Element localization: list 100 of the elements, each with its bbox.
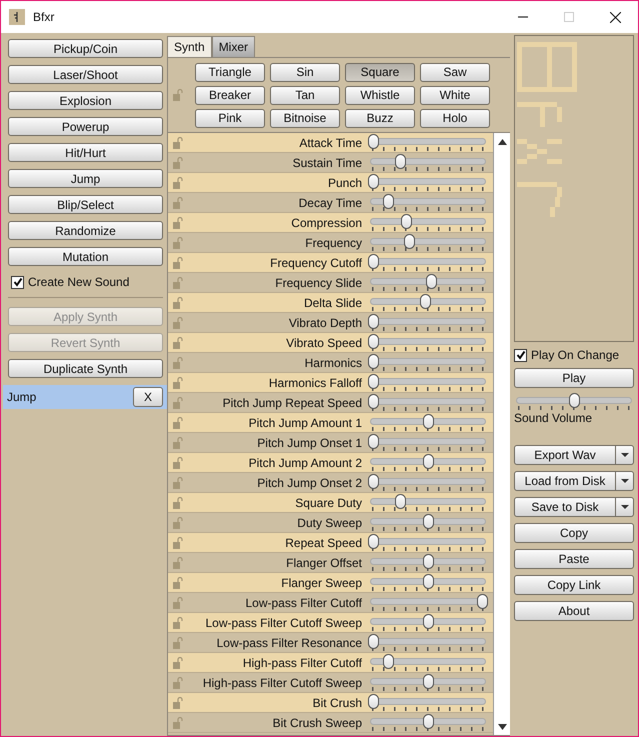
slider[interactable]	[514, 393, 634, 411]
slider[interactable]	[368, 174, 488, 192]
slider-thumb[interactable]	[422, 714, 434, 728]
waveform-button[interactable]: Breaker	[195, 86, 265, 104]
slider[interactable]	[368, 194, 488, 212]
slider-thumb[interactable]	[368, 394, 379, 408]
preset-button[interactable]: Powerup	[8, 117, 163, 136]
file-button[interactable]: Copy Link	[514, 575, 634, 595]
dropdown-button[interactable]	[616, 471, 634, 491]
slider[interactable]	[368, 334, 488, 352]
slider[interactable]	[368, 534, 488, 552]
slider-thumb[interactable]	[477, 594, 488, 608]
slider[interactable]	[368, 714, 488, 732]
preset-button[interactable]: Mutation	[8, 247, 163, 266]
file-button[interactable]: Paste	[514, 549, 634, 569]
slider[interactable]	[368, 434, 488, 452]
slider-thumb[interactable]	[368, 334, 379, 348]
slider-thumb[interactable]	[568, 393, 580, 408]
slider-thumb[interactable]	[368, 134, 379, 148]
slider[interactable]	[368, 354, 488, 372]
slider[interactable]	[368, 514, 488, 532]
file-button[interactable]: Copy	[514, 523, 634, 543]
synth-button[interactable]: Duplicate Synth	[8, 359, 163, 378]
slider[interactable]	[368, 674, 488, 692]
slider[interactable]	[368, 614, 488, 632]
waveform-button[interactable]: Tan	[270, 86, 340, 104]
slider-thumb[interactable]	[404, 234, 415, 248]
checkbox[interactable]	[11, 276, 24, 288]
slider[interactable]	[368, 474, 488, 492]
waveform-button[interactable]: Buzz	[345, 108, 415, 128]
slider-thumb[interactable]	[368, 254, 379, 268]
file-button[interactable]: Export Wav	[514, 445, 616, 465]
slider-thumb[interactable]	[422, 454, 434, 468]
slider-thumb[interactable]	[368, 474, 379, 488]
tab[interactable]: Synth	[167, 36, 212, 57]
slider[interactable]	[368, 494, 488, 512]
slider-thumb[interactable]	[368, 634, 379, 648]
slider-thumb[interactable]	[422, 574, 434, 588]
waveform-button[interactable]: Whistle	[345, 86, 415, 104]
sound-list-item[interactable]: Jump X	[3, 385, 167, 409]
waveform-button[interactable]: Bitnoise	[270, 108, 340, 128]
waveform-button[interactable]: Saw	[420, 62, 490, 82]
dropdown-button[interactable]	[616, 445, 634, 465]
slider[interactable]	[368, 274, 488, 292]
slider[interactable]	[368, 554, 488, 572]
file-button[interactable]: Load from Disk	[514, 471, 616, 491]
tab[interactable]: Mixer	[212, 36, 256, 57]
slider-thumb[interactable]	[368, 354, 379, 368]
preset-button[interactable]: Jump	[8, 169, 163, 188]
play-button[interactable]: Play	[514, 368, 634, 388]
slider-thumb[interactable]	[368, 314, 379, 328]
slider-thumb[interactable]	[368, 434, 379, 448]
slider[interactable]	[368, 234, 488, 252]
slider-thumb[interactable]	[422, 414, 434, 428]
slider-thumb[interactable]	[400, 214, 412, 228]
delete-button[interactable]: X	[133, 387, 163, 407]
slider-thumb[interactable]	[383, 654, 394, 668]
slider-thumb[interactable]	[395, 494, 406, 508]
slider-thumb[interactable]	[426, 274, 437, 288]
preset-button[interactable]: Explosion	[8, 91, 163, 110]
preset-button[interactable]: Randomize	[8, 221, 163, 240]
slider[interactable]	[368, 414, 488, 432]
waveform-button[interactable]: Pink	[195, 108, 265, 128]
waveform-button[interactable]: Holo	[420, 108, 490, 128]
slider[interactable]	[368, 294, 488, 312]
checkbox[interactable]	[514, 348, 527, 362]
slider[interactable]	[368, 654, 488, 672]
slider-thumb[interactable]	[422, 614, 434, 628]
slider-thumb[interactable]	[395, 154, 406, 168]
preset-button[interactable]: Hit/Hurt	[8, 143, 163, 162]
preset-button[interactable]: Pickup/Coin	[8, 39, 163, 58]
preset-button[interactable]: Blip/Select	[8, 195, 163, 214]
slider[interactable]	[368, 454, 488, 472]
slider[interactable]	[368, 634, 488, 652]
slider-thumb[interactable]	[368, 694, 379, 708]
file-button[interactable]: About	[514, 601, 634, 621]
slider[interactable]	[368, 314, 488, 332]
slider-thumb[interactable]	[368, 374, 379, 388]
waveform-button[interactable]: White	[420, 86, 490, 104]
slider-thumb[interactable]	[420, 294, 432, 308]
slider-thumb[interactable]	[368, 174, 379, 188]
slider-thumb[interactable]	[422, 514, 434, 528]
slider[interactable]	[368, 594, 488, 612]
slider[interactable]	[368, 154, 488, 172]
slider-thumb[interactable]	[368, 534, 379, 548]
scrollbar[interactable]	[493, 133, 510, 735]
slider[interactable]	[368, 574, 488, 592]
slider[interactable]	[368, 214, 488, 232]
slider[interactable]	[368, 374, 488, 392]
slider[interactable]	[368, 394, 488, 412]
slider-thumb[interactable]	[422, 554, 434, 568]
slider[interactable]	[368, 694, 488, 712]
waveform-button[interactable]: Triangle	[195, 62, 265, 82]
slider-thumb[interactable]	[383, 194, 394, 208]
file-button[interactable]: Save to Disk	[514, 497, 616, 517]
preset-button[interactable]: Laser/Shoot	[8, 65, 163, 84]
slider[interactable]	[368, 254, 488, 272]
slider-thumb[interactable]	[422, 674, 434, 688]
waveform-button[interactable]: Sin	[270, 62, 340, 82]
slider[interactable]	[368, 134, 488, 152]
